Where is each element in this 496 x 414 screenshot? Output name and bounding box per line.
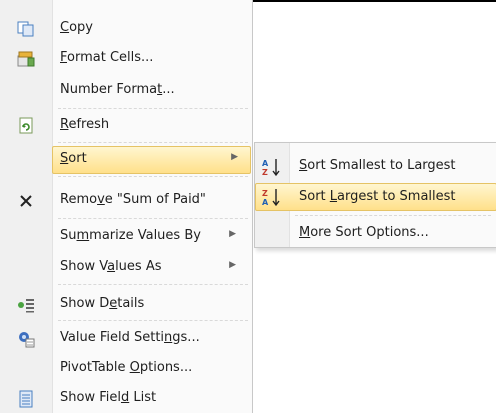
submenu-item-more-sort-options[interactable]: More Sort Options... [255,219,496,247]
menu-item-show-field-list[interactable]: Show Field List [0,384,252,414]
sort-descending-icon: ZA [261,187,283,207]
menu-item-label: Number Format... [60,82,175,97]
menu-item-value-field-settings[interactable]: Value Field Settings... [0,324,252,354]
context-menu: Copy Format Cells... Number Format... Re… [0,0,253,413]
menu-separator [58,320,248,321]
menu-separator [58,142,248,143]
menu-item-show-values-as[interactable]: Show Values As ▶ [0,253,252,283]
submenu-item-label: Sort Smallest to Largest [299,158,456,173]
menu-item-pivottable-options[interactable]: PivotTable Options... [0,354,252,384]
window-edge-line [252,0,496,2]
sort-ascending-icon: AZ [261,157,283,177]
submenu-arrow-icon: ▶ [229,229,236,239]
menu-item-label: PivotTable Options... [60,360,193,375]
submenu-item-sort-largest-to-smallest[interactable]: ZA Sort Largest to Smallest [255,183,496,211]
menu-item-label: Remove "Sum of Paid" [60,192,206,207]
menu-item-format-cells[interactable]: Format Cells... [0,44,252,74]
menu-item-summarize-values-by[interactable]: Summarize Values By ▶ [0,222,252,252]
show-details-icon [16,296,36,314]
menu-separator [58,284,248,285]
copy-icon [16,20,36,38]
menu-item-label: Refresh [60,117,110,132]
menu-item-copy[interactable]: Copy [0,14,252,44]
menu-separator [58,176,248,177]
menu-item-number-format[interactable]: Number Format... [0,76,252,106]
submenu-arrow-icon: ▶ [229,260,236,270]
menu-item-label: Value Field Settings... [60,330,200,345]
field-settings-icon [16,330,36,348]
menu-item-label: Copy [60,20,93,35]
format-cells-icon [16,50,36,68]
refresh-icon [16,117,36,135]
submenu-separator [295,215,491,216]
menu-item-label: Summarize Values By [60,228,201,243]
submenu-arrow-icon: ▶ [231,152,238,162]
close-icon [16,192,36,210]
svg-text:A: A [262,198,269,207]
svg-text:Z: Z [262,168,268,177]
menu-item-refresh[interactable]: Refresh [0,111,252,141]
menu-item-label: Sort [60,151,87,166]
menu-separator [58,108,248,109]
menu-separator [58,218,248,219]
menu-item-label: Show Details [60,296,145,311]
submenu-item-label: Sort Largest to Smallest [299,189,456,204]
sort-submenu: AZ Sort Smallest to Largest ZA Sort Larg… [254,142,496,248]
menu-item-label: Show Values As [60,259,162,274]
submenu-item-label: More Sort Options... [299,225,429,240]
menu-item-sort[interactable]: Sort ▶ [52,146,251,174]
svg-text:A: A [262,159,269,168]
menu-item-label: Format Cells... [60,50,154,65]
menu-item-label: Show Field List [60,390,157,405]
svg-text:Z: Z [262,189,268,198]
menu-item-show-details[interactable]: Show Details [0,290,252,320]
field-list-icon [16,390,36,408]
submenu-item-sort-smallest-to-largest[interactable]: AZ Sort Smallest to Largest [255,152,496,180]
menu-item-remove[interactable]: Remove "Sum of Paid" [0,186,252,216]
